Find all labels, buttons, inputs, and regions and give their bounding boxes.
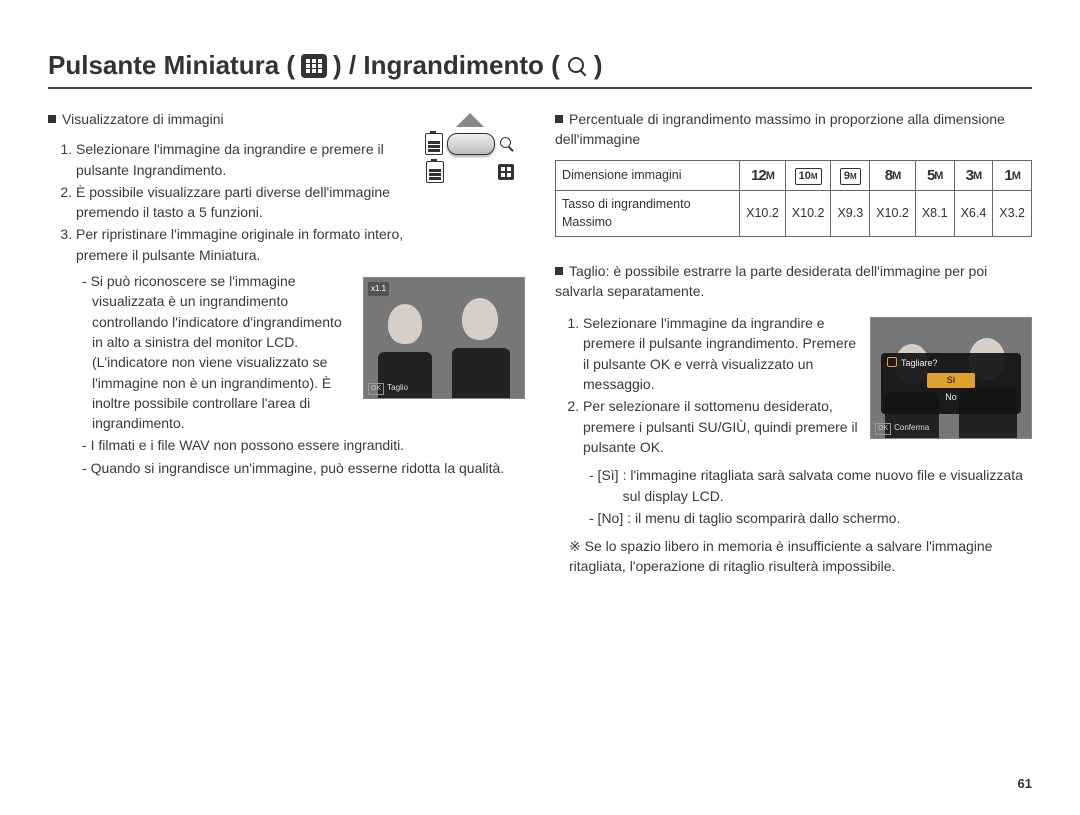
- dim-8: 8M: [870, 160, 916, 191]
- note-wav: I filmati e i file WAV non possono esser…: [82, 435, 525, 455]
- thumbnail-grid-icon: [301, 54, 327, 78]
- zoom-ratio-table: Dimensione immagini 12M 10M 9M 8M 5M 3M …: [555, 160, 1032, 237]
- viewer-steps: Selezionare l'immagine da ingrandire e p…: [62, 139, 405, 265]
- zoom-overlay: x1.1: [368, 282, 389, 296]
- magnifier-icon: [566, 55, 588, 77]
- left-heading: Visualizzatore di immagini: [48, 109, 405, 129]
- note-quality: Quando si ingrandisce un'immagine, può e…: [82, 458, 525, 478]
- title-part3: ): [594, 50, 603, 81]
- zoom-control-illustration: [415, 113, 525, 183]
- right-column: Percentuale di ingrandimento massimo in …: [555, 109, 1032, 577]
- crop-option-no: No: [927, 390, 975, 405]
- step-3: Per ripristinare l'immagine originale in…: [76, 224, 405, 265]
- photo2-caption: Conferma: [894, 423, 929, 432]
- sample-photo-crop-dialog: Tagliare? Sì No OKConferma: [870, 317, 1032, 439]
- title-part1: Pulsante Miniatura (: [48, 50, 295, 81]
- rate-5: X6.4: [954, 191, 993, 236]
- opt-si-text: : l'immagine ritagliata sarà salvata com…: [623, 465, 1032, 506]
- crop-heading: Taglio: è possibile estrarre la parte de…: [555, 261, 1032, 302]
- rocker-switch-icon: [447, 133, 495, 155]
- left-column: Visualizzatore di immagini Selezionare l…: [48, 109, 525, 577]
- crop-dialog-title: Tagliare?: [887, 357, 1015, 370]
- photo1-caption: Taglio: [387, 383, 408, 392]
- zoom-ratio-heading: Percentuale di ingrandimento massimo in …: [555, 109, 1032, 150]
- ok-badge-icon: OK: [875, 423, 891, 435]
- dim-label: Dimensione immagini: [556, 160, 740, 191]
- rate-label: Tasso di ingrandimento Massimo: [556, 191, 740, 236]
- page-title: Pulsante Miniatura ( ) / Ingrandimento (…: [48, 50, 602, 81]
- arrow-up-icon: [456, 113, 484, 127]
- step-2: È possibile visualizzare parti diverse d…: [76, 182, 405, 223]
- opt-no-text: : il menu di taglio scomparirà dallo sch…: [627, 508, 900, 528]
- ok-badge-icon: OK: [368, 383, 384, 395]
- battery-full-icon: [426, 161, 444, 183]
- rate-0: X10.2: [740, 191, 786, 236]
- page-number: 61: [1018, 776, 1032, 791]
- crop-result-options: - [Sì]: l'immagine ritagliata sarà salva…: [589, 465, 1032, 528]
- step-1: Selezionare l'immagine da ingrandire e p…: [76, 139, 405, 180]
- opt-no-label: - [No]: [589, 508, 623, 528]
- title-part2: ) / Ingrandimento (: [333, 50, 560, 81]
- crop-steps: Selezionare l'immagine da ingrandire e p…: [569, 313, 860, 457]
- opt-si-label: - [Sì]: [589, 465, 619, 506]
- page-title-row: Pulsante Miniatura ( ) / Ingrandimento (…: [48, 50, 1032, 89]
- rate-6: X3.2: [993, 191, 1032, 236]
- battery-icon: [425, 133, 443, 155]
- dim-9: 9M: [831, 160, 870, 191]
- dim-10: 10M: [785, 160, 831, 191]
- note-zoom-indicator: Si può riconoscere se l'immagine visuali…: [82, 271, 353, 433]
- crop-step-1: Selezionare l'immagine da ingrandire e p…: [583, 313, 860, 394]
- dim-3: 3M: [954, 160, 993, 191]
- dim-1: 1M: [993, 160, 1032, 191]
- crop-dialog: Tagliare? Sì No: [881, 353, 1021, 414]
- dim-12: 12M: [740, 160, 786, 191]
- thumbnail-small-icon: [498, 164, 514, 180]
- rate-2: X9.3: [831, 191, 870, 236]
- crop-option-si: Sì: [927, 373, 975, 388]
- rate-4: X8.1: [915, 191, 954, 236]
- crop-step-2: Per selezionare il sottomenu desiderato,…: [583, 396, 860, 457]
- sample-photo-zoom: x1.1 OKTaglio: [363, 277, 525, 399]
- rate-3: X10.2: [870, 191, 916, 236]
- rate-1: X10.2: [785, 191, 831, 236]
- dim-5: 5M: [915, 160, 954, 191]
- memory-note: Se lo spazio libero in memoria è insuffi…: [569, 536, 1032, 577]
- magnifier-small-icon: [499, 136, 515, 152]
